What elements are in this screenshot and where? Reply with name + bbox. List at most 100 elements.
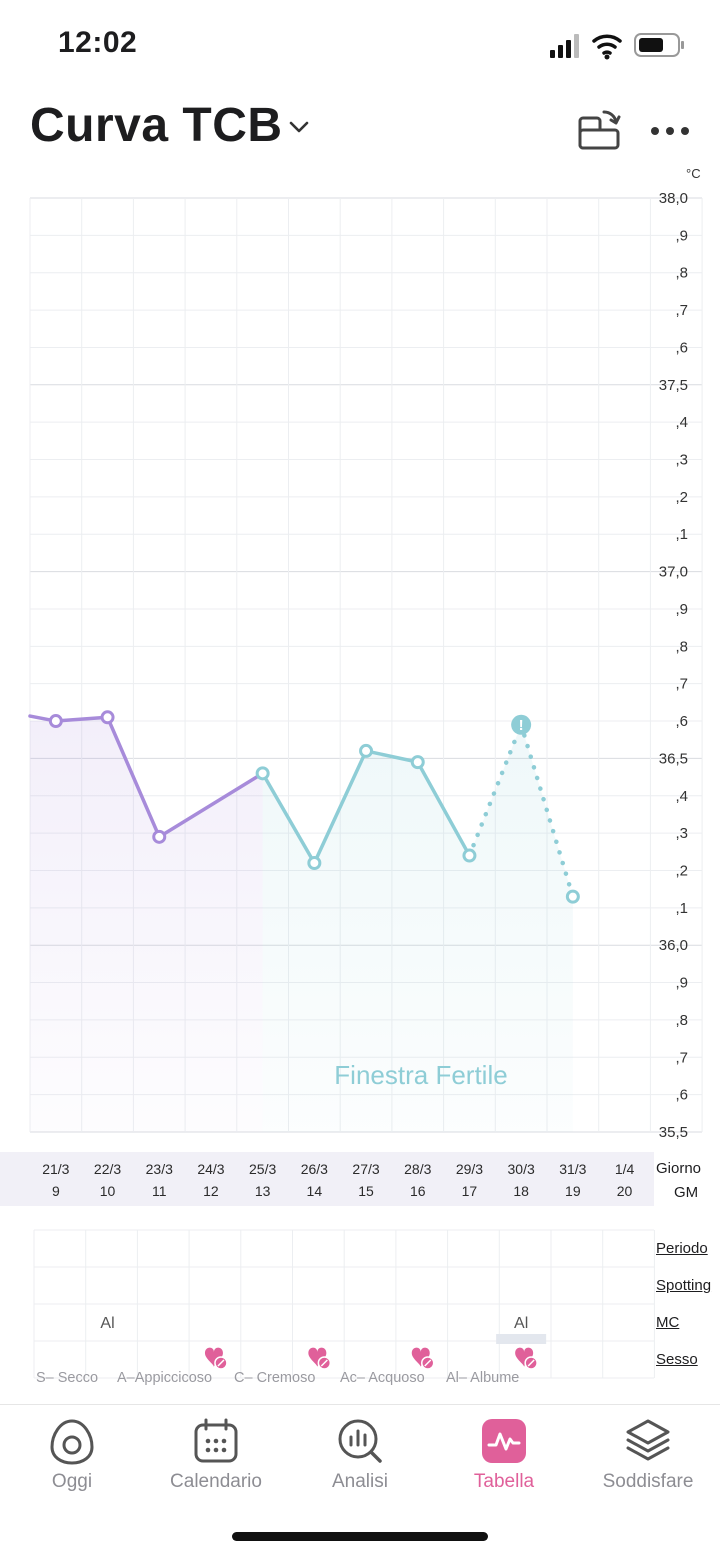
date-label: 28/3: [404, 1161, 432, 1177]
data-point: [565, 889, 580, 904]
date-column[interactable]: 27/3 15: [340, 1158, 392, 1202]
row-label-sesso[interactable]: Sesso: [656, 1351, 698, 1368]
alert-icon: !: [519, 717, 524, 734]
unit-label: °C: [686, 166, 701, 181]
row-label-spotting[interactable]: Spotting: [656, 1277, 711, 1294]
cycle-day-label: 19: [565, 1183, 581, 1199]
chevron-down-icon[interactable]: [286, 114, 312, 140]
status-icons: [550, 33, 684, 60]
y-tick-label: 37,0: [659, 564, 688, 581]
cycle-day-label: 12: [203, 1183, 219, 1199]
date-label: 23/3: [145, 1161, 173, 1177]
nav-label: Calendario: [170, 1471, 262, 1492]
heart-icon: [515, 1347, 538, 1370]
date-column[interactable]: 25/3 13: [237, 1158, 289, 1202]
y-tick-label: 36,0: [659, 937, 688, 954]
y-tick-label: ,2: [675, 862, 688, 879]
heart-icon: [411, 1347, 435, 1370]
status-time: 12:02: [58, 26, 138, 59]
chart-pulse-icon: [482, 1419, 526, 1463]
phase1-area: [30, 717, 263, 1132]
cycle-day-label: 14: [306, 1183, 323, 1199]
date-column[interactable]: 22/3 10: [82, 1158, 134, 1202]
y-tick-label: ,7: [675, 302, 688, 319]
data-point: [359, 743, 374, 758]
nav-label: Soddisfare: [602, 1471, 694, 1492]
y-tick-label: ,4: [675, 788, 688, 805]
date-label: 30/3: [507, 1161, 535, 1177]
cycle-day-label: 17: [461, 1183, 478, 1199]
y-tick-label: 36,5: [659, 750, 688, 767]
layers-icon: [626, 1419, 670, 1461]
battery-icon: [634, 33, 684, 57]
day-axis-label: Giorno: [656, 1160, 702, 1177]
date-column[interactable]: 29/3 17: [443, 1158, 495, 1202]
fertile-window-label: Finestra Fertile: [334, 1060, 507, 1090]
signal-icon: [550, 34, 579, 58]
date-column[interactable]: 30/3 18: [495, 1158, 547, 1202]
mucus-legend-item: S– Secco: [36, 1370, 98, 1386]
date-column[interactable]: 31/3 19: [547, 1158, 599, 1202]
date-column[interactable]: 28/3 16: [392, 1158, 444, 1202]
y-tick-label: ,9: [675, 975, 688, 992]
date-column[interactable]: 23/3 11: [133, 1158, 185, 1202]
nav-oggi[interactable]: Oggi: [0, 1405, 144, 1515]
temperature-chart[interactable]: ! 38,0 ,9 ,8 ,7 ,6 37,5 ,4 ,3 ,2 ,1 37,0 ,9 ,8 ,7 ,6 36…: [0, 160, 720, 1140]
date-label: 24/3: [197, 1161, 225, 1177]
nav-label: Tabella: [473, 1471, 535, 1492]
cycle-day-label: 10: [99, 1183, 116, 1199]
date-column[interactable]: 1/4 20: [599, 1158, 651, 1202]
cycle-day-label: 20: [616, 1183, 633, 1199]
date-column[interactable]: 26/3 14: [288, 1158, 340, 1202]
data-point: [48, 714, 63, 729]
row-label-periodo[interactable]: Periodo: [656, 1240, 708, 1257]
date-label: 29/3: [455, 1161, 484, 1177]
y-tick-label: ,1: [675, 900, 688, 917]
date-label: 22/3: [93, 1161, 122, 1177]
data-point: [462, 848, 477, 863]
mucus-legend-item: Ac– Acquoso: [340, 1370, 425, 1386]
nav-calendario[interactable]: Calendario: [144, 1405, 288, 1515]
y-tick-label: ,4: [675, 414, 688, 431]
mucus-entry: Al: [514, 1315, 528, 1332]
y-tick-label: 37,5: [659, 377, 688, 394]
heart-icon: [204, 1347, 228, 1370]
y-tick-label: 38,0: [659, 190, 688, 207]
y-tick-label: ,7: [675, 1049, 688, 1066]
cycle-day-label: 9: [51, 1183, 60, 1199]
egg-icon: [50, 1419, 94, 1465]
date-column[interactable]: 24/3 12: [185, 1158, 237, 1202]
y-tick-label: ,6: [675, 713, 688, 730]
page-title[interactable]: Curva TCB: [30, 98, 283, 153]
data-point: [410, 755, 425, 770]
y-tick-label: ,8: [675, 265, 688, 282]
data-point: [307, 856, 322, 871]
heart-icon: [308, 1347, 332, 1370]
cycle-day-label: 16: [409, 1183, 426, 1199]
more-options-icon[interactable]: [648, 116, 692, 146]
data-point: [100, 710, 115, 725]
mucus-legend-item: C– Cremoso: [234, 1370, 315, 1386]
data-point: [255, 766, 270, 781]
symptoms-grid[interactable]: Al Al S– Secco A–Appiccicoso C– Cremoso Ac– …: [0, 1228, 720, 1398]
y-tick-label: ,6: [675, 1087, 688, 1104]
mucus-legend-item: Al– Albume: [446, 1370, 519, 1386]
nav-analisi[interactable]: Analisi: [288, 1405, 432, 1515]
date-column[interactable]: 21/3 9: [30, 1158, 82, 1202]
mucus-highlight: [496, 1334, 547, 1344]
y-tick-label: ,3: [675, 825, 688, 842]
nav-label: Oggi: [51, 1471, 93, 1492]
rotate-screen-icon[interactable]: [574, 104, 626, 156]
nav-soddisfare[interactable]: Soddisfare: [576, 1405, 720, 1515]
home-indicator: [232, 1532, 488, 1541]
y-axis-labels: 38,0 ,9 ,8 ,7 ,6 37,5 ,4 ,3 ,2 ,1 37,0 ,9 ,8 ,7 ,6 36,5…: [659, 190, 688, 1140]
cycle-day-label: 11: [151, 1183, 167, 1199]
header: Curva TCB: [0, 90, 720, 170]
nav-label: Analisi: [332, 1471, 388, 1492]
date-label: 1/4: [614, 1161, 635, 1177]
nav-tabella[interactable]: Tabella: [432, 1405, 576, 1515]
y-tick-label: ,6: [675, 339, 688, 356]
wifi-icon: [592, 34, 622, 60]
row-label-mc[interactable]: MC: [656, 1314, 679, 1331]
date-label: 21/3: [42, 1161, 70, 1177]
